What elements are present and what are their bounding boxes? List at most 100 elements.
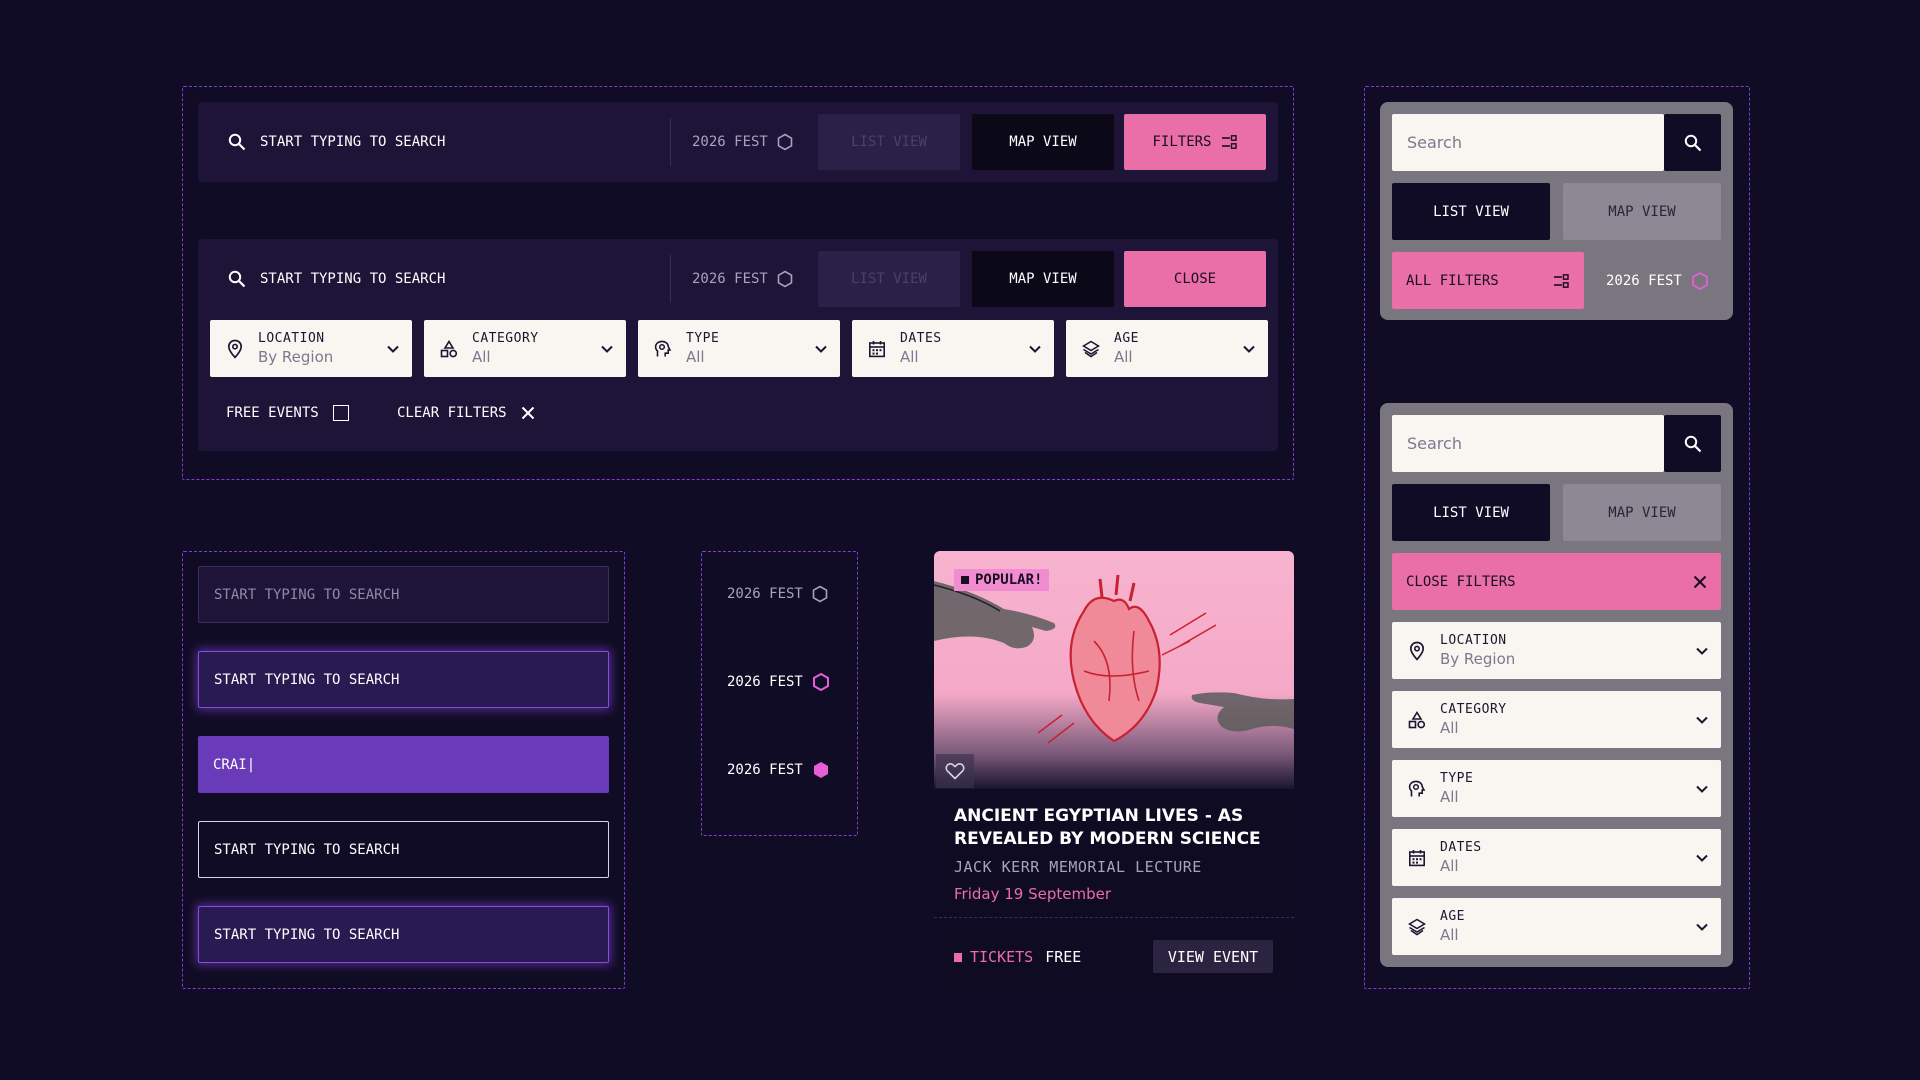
mobile-location-dropdown[interactable]: LOCATION By Region (1392, 622, 1721, 679)
location-label: LOCATION (1440, 633, 1507, 648)
type-value: All (686, 348, 705, 366)
clear-filters-button[interactable]: CLEAR FILTERS (397, 399, 535, 427)
mobile-age-dropdown[interactable]: AGE All (1392, 898, 1721, 955)
fest-toggle-on[interactable]: 2026 FEST (727, 758, 831, 782)
dates-dropdown[interactable]: DATES All (852, 320, 1054, 377)
search-input-outlined[interactable]: START TYPING TO SEARCH (198, 821, 609, 878)
list-view-button[interactable]: LIST VIEW (818, 114, 960, 170)
hexagon-icon (811, 672, 831, 692)
input-placeholder: START TYPING TO SEARCH (214, 671, 400, 688)
location-value: By Region (1440, 650, 1516, 668)
type-value: All (1440, 788, 1459, 806)
chevron-down-icon (1695, 853, 1709, 863)
square-bullet-icon (954, 952, 962, 962)
search-input-focus-glow[interactable]: START TYPING TO SEARCH (198, 651, 609, 708)
event-title[interactable]: ANCIENT EGYPTIAN LIVES - AS REVEALED BY … (954, 805, 1279, 851)
fest-toggle-hover[interactable]: 2026 FEST (727, 670, 831, 694)
fest-label: 2026 FEST (1606, 272, 1682, 289)
location-label: LOCATION (258, 331, 325, 346)
map-view-button[interactable]: MAP VIEW (972, 251, 1114, 307)
chevron-down-icon (1695, 784, 1709, 794)
category-dropdown[interactable]: CATEGORY All (424, 320, 626, 377)
type-dropdown[interactable]: TYPE All (638, 320, 840, 377)
clear-filters-label: CLEAR FILTERS (397, 405, 507, 421)
filters-button[interactable]: FILTERS (1124, 114, 1266, 170)
fest-label: 2026 FEST (692, 271, 768, 287)
mobile-list-view-button[interactable]: LIST VIEW (1392, 484, 1550, 541)
mobile-panel-expanded: Search LIST VIEW MAP VIEW CLOSE FILTERS … (1380, 403, 1733, 967)
list-view-label: LIST VIEW (1433, 504, 1509, 521)
map-view-button[interactable]: MAP VIEW (972, 114, 1114, 170)
all-filters-label: ALL FILTERS (1406, 272, 1499, 289)
mobile-list-view-button[interactable]: LIST VIEW (1392, 183, 1550, 240)
search-placeholder: Search (1407, 434, 1462, 453)
mobile-fest-toggle[interactable]: 2026 FEST (1606, 252, 1710, 309)
free-events-toggle[interactable]: FREE EVENTS (226, 399, 349, 427)
fest-label: 2026 FEST (692, 134, 768, 150)
view-event-button[interactable]: VIEW EVENT (1153, 940, 1273, 973)
mobile-category-dropdown[interactable]: CATEGORY All (1392, 691, 1721, 748)
fest-label: 2026 FEST (727, 762, 803, 778)
search-area[interactable]: START TYPING TO SEARCH (228, 239, 445, 319)
search-area[interactable]: START TYPING TO SEARCH (228, 102, 445, 182)
close-button[interactable]: CLOSE (1124, 251, 1266, 307)
hexagon-icon (776, 133, 794, 151)
location-dropdown[interactable]: LOCATION By Region (210, 320, 412, 377)
search-input-hover-glow[interactable]: START TYPING TO SEARCH (198, 906, 609, 963)
location-value: By Region (258, 348, 334, 366)
fest-toggle[interactable]: 2026 FEST (692, 102, 794, 182)
mobile-map-view-button[interactable]: MAP VIEW (1563, 183, 1721, 240)
map-view-label: MAP VIEW (1608, 203, 1676, 220)
fest-toggle-off[interactable]: 2026 FEST (727, 582, 829, 606)
age-dropdown[interactable]: AGE All (1066, 320, 1268, 377)
close-label: CLOSE (1173, 271, 1217, 287)
chevron-down-icon (1242, 344, 1256, 354)
layers-icon (1408, 918, 1426, 936)
search-input-default[interactable]: START TYPING TO SEARCH (198, 566, 609, 623)
chevron-down-icon (1695, 646, 1709, 656)
mobile-type-dropdown[interactable]: TYPE All (1392, 760, 1721, 817)
fest-toggle[interactable]: 2026 FEST (692, 239, 794, 319)
search-placeholder: START TYPING TO SEARCH (260, 134, 446, 150)
type-label: TYPE (1440, 771, 1474, 786)
dates-value: All (900, 348, 919, 366)
mobile-map-view-button[interactable]: MAP VIEW (1563, 484, 1721, 541)
search-bar-collapsed: START TYPING TO SEARCH 2026 FEST LIST VI… (198, 102, 1278, 182)
favorite-button[interactable] (936, 754, 974, 788)
filters-label: FILTERS (1152, 134, 1212, 150)
map-view-label: MAP VIEW (1608, 504, 1676, 521)
search-icon (228, 133, 246, 151)
search-input-typing[interactable]: CRAI| (198, 736, 609, 793)
close-filters-label: CLOSE FILTERS (1406, 573, 1516, 590)
card-divider (934, 917, 1294, 918)
mobile-search-button[interactable] (1664, 114, 1721, 171)
checkbox[interactable] (332, 405, 349, 421)
mobile-panel-collapsed: Search LIST VIEW MAP VIEW ALL FILTERS 20… (1380, 102, 1733, 320)
mobile-search-input[interactable]: Search (1392, 415, 1664, 472)
dates-value: All (1440, 857, 1459, 875)
mobile-search-button[interactable] (1664, 415, 1721, 472)
list-view-button[interactable]: LIST VIEW (818, 251, 960, 307)
list-view-label: LIST VIEW (1433, 203, 1509, 220)
head-profile-icon (1408, 780, 1426, 798)
heart-outline-icon (945, 762, 965, 780)
calendar-icon (1408, 849, 1426, 867)
popular-badge: POPULAR! (954, 569, 1050, 591)
mobile-search-input[interactable]: Search (1392, 114, 1664, 171)
search-bar-expanded: START TYPING TO SEARCH 2026 FEST LIST VI… (198, 239, 1278, 451)
event-card[interactable]: POPULAR! ANCIENT EGYPTIAN LIVES - AS REV… (934, 551, 1294, 991)
category-label: CATEGORY (472, 331, 539, 346)
mobile-dates-dropdown[interactable]: DATES All (1392, 829, 1721, 886)
age-label: AGE (1114, 331, 1139, 346)
age-value: All (1114, 348, 1133, 366)
chevron-down-icon (386, 344, 400, 354)
mobile-all-filters-button[interactable]: ALL FILTERS (1392, 252, 1584, 309)
mobile-close-filters-button[interactable]: CLOSE FILTERS (1392, 553, 1721, 610)
event-date: Friday 19 September (954, 885, 1111, 903)
type-label: TYPE (686, 331, 720, 346)
category-value: All (472, 348, 491, 366)
square-bullet-icon (961, 576, 969, 584)
chevron-down-icon (1028, 344, 1042, 354)
map-pin-icon (1408, 641, 1426, 661)
age-value: All (1440, 926, 1459, 944)
